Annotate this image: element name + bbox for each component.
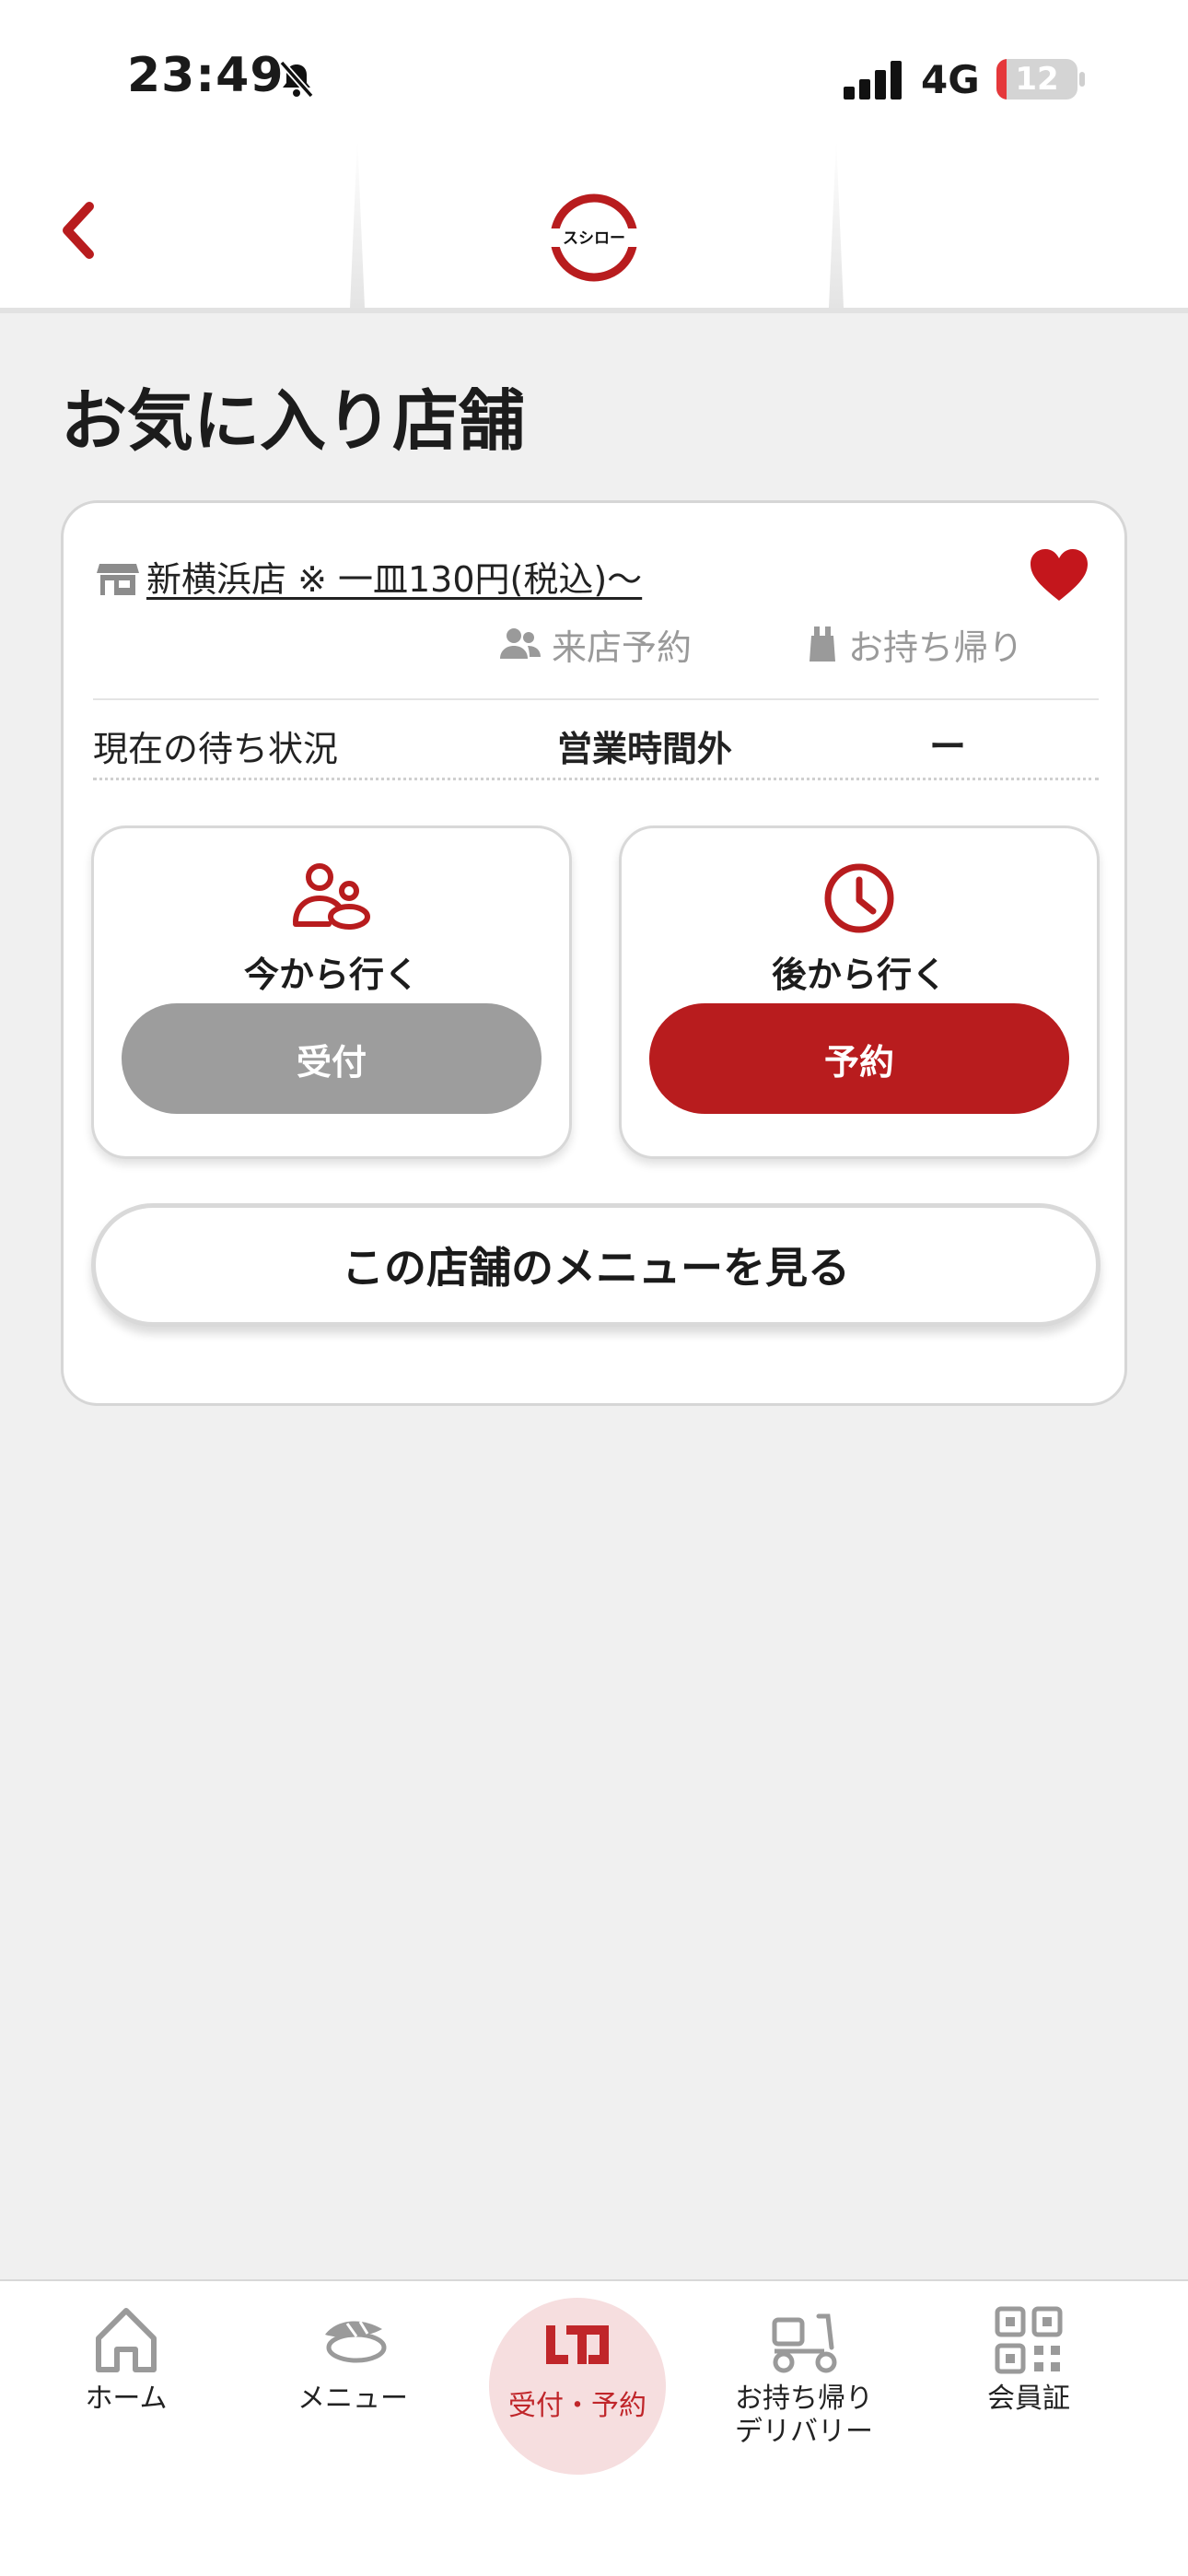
page-title: お気に入り店舗 xyxy=(61,382,526,460)
nav-item-member-card[interactable]: 会員証 xyxy=(918,2281,1139,2502)
battery-percent: 12 xyxy=(1015,61,1059,98)
bell-muted-icon xyxy=(279,60,314,99)
header-divider xyxy=(350,138,365,308)
view-store-menu-button[interactable]: この店舗のメニューを見る xyxy=(91,1203,1101,1327)
nav-item-menu[interactable]: メニュー xyxy=(242,2281,463,2502)
wait-status-label: 現在の待ち状況 xyxy=(93,729,339,769)
store-icon xyxy=(97,564,139,595)
nav-label-member-card: 会員証 xyxy=(987,2383,1070,2415)
back-button[interactable] xyxy=(46,193,111,267)
nav-item-takeout-delivery[interactable]: お持ち帰り デリバリー xyxy=(693,2281,914,2502)
favorite-heart-icon[interactable] xyxy=(1029,547,1089,603)
bottom-nav: ホーム メニュー 受付・予約 お持ち帰り デリバリー 会員証 xyxy=(0,2279,1188,2576)
app-header: スシロー xyxy=(0,138,1188,313)
signal-icon xyxy=(844,61,902,100)
service-tag-reserve: 来店予約 xyxy=(500,621,693,668)
divider xyxy=(93,698,1099,700)
reservation-icon xyxy=(546,2325,609,2364)
nav-label-home: ホーム xyxy=(85,2383,168,2415)
go-later-label: 後から行く xyxy=(771,954,947,995)
delivery-scooter-icon xyxy=(772,2313,837,2373)
go-now-label: 今から行く xyxy=(243,954,419,995)
store-name-link[interactable]: 新横浜店 ※ 一皿130円(税込)〜 xyxy=(146,551,642,602)
sushiro-logo: スシロー xyxy=(550,193,638,282)
home-icon xyxy=(96,2308,157,2372)
service-tag-takeout-label: お持ち帰り xyxy=(848,626,1024,668)
bag-icon xyxy=(809,626,835,662)
qr-code-icon xyxy=(995,2306,1063,2374)
sushi-icon xyxy=(325,2321,387,2363)
check-in-button[interactable]: 受付 xyxy=(122,1003,542,1114)
wait-count: ー xyxy=(929,726,966,768)
nav-item-home[interactable]: ホーム xyxy=(16,2281,237,2502)
go-later-panel: 後から行く 予約 xyxy=(619,825,1100,1159)
wait-status-value: 営業時間外 xyxy=(557,729,733,769)
clock-icon xyxy=(824,863,894,933)
nav-label-reservation: 受付・予約 xyxy=(508,2390,646,2422)
battery-cap xyxy=(1079,72,1085,87)
battery-icon: 12 xyxy=(996,59,1077,100)
chevron-left-icon xyxy=(63,202,94,259)
service-tag-takeout: お持ち帰り xyxy=(808,621,1024,668)
status-bar: 23:49 4G 12 xyxy=(0,0,1188,138)
logo-text: スシロー xyxy=(563,229,625,248)
nav-label-takeout-delivery: お持ち帰り デリバリー xyxy=(735,2383,873,2448)
nav-item-reservation[interactable]: 受付・予約 xyxy=(467,2281,688,2502)
store-card: 新横浜店 ※ 一皿130円(税込)〜 来店予約 お持ち帰り 現在の待ち状況 営業… xyxy=(61,500,1127,1406)
network-type: 4G xyxy=(921,57,980,102)
nav-label-menu: メニュー xyxy=(297,2383,408,2415)
people-icon xyxy=(500,628,541,659)
go-now-panel: 今から行く 受付 xyxy=(91,825,572,1159)
service-tag-reserve-label: 来店予約 xyxy=(552,626,693,668)
dotted-divider xyxy=(93,778,1099,780)
header-divider xyxy=(829,138,844,308)
people-group-icon xyxy=(293,863,370,930)
reserve-button[interactable]: 予約 xyxy=(649,1003,1069,1114)
status-time: 23:49 xyxy=(127,48,285,103)
